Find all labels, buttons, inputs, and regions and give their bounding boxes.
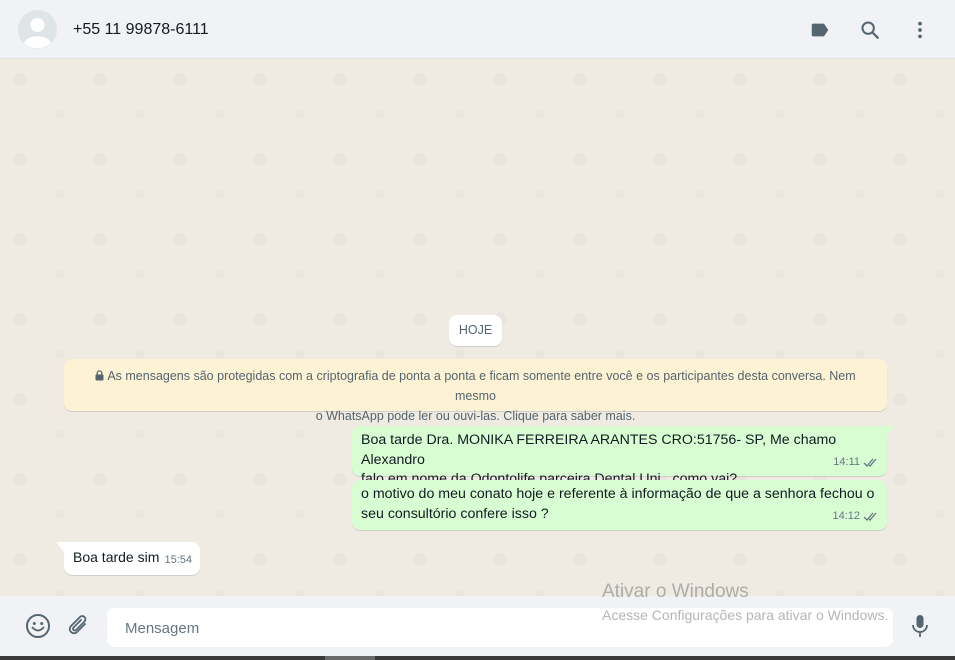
message-time: 14:12 xyxy=(832,509,860,522)
message-input-box[interactable] xyxy=(107,608,893,649)
message-text-line1: o motivo do meu conato hoje e referente … xyxy=(361,486,875,502)
message-text-line1: Boa tarde Dra. MONIKA FERREIRA ARANTES C… xyxy=(361,432,837,468)
encryption-notice-line2: o WhatsApp pode ler ou ouvi-las. Clique … xyxy=(315,409,636,423)
encryption-notice-line1: As mensagens são protegidas com a cripto… xyxy=(107,369,856,403)
label-icon[interactable] xyxy=(809,19,831,41)
double-check-icon xyxy=(863,512,877,521)
lock-icon xyxy=(95,370,104,381)
microphone-icon[interactable] xyxy=(907,613,933,639)
search-icon[interactable] xyxy=(859,19,881,41)
taskbar-edge xyxy=(0,656,955,660)
encryption-notice[interactable]: As mensagens são protegidas com a cripto… xyxy=(64,359,887,423)
avatar[interactable] xyxy=(18,10,57,49)
message-text-line2: seu consultório confere isso ? xyxy=(361,505,549,522)
date-divider: HOJE xyxy=(449,315,502,346)
message-bubble-incoming[interactable]: Boa tarde sim 15:54 xyxy=(56,542,200,575)
message-bubble-outgoing[interactable]: o motivo do meu conato hoje e referente … xyxy=(352,480,887,530)
taskbar-segment xyxy=(325,656,375,660)
more-vertical-icon[interactable] xyxy=(909,19,931,41)
message-input[interactable] xyxy=(123,608,881,649)
emoji-icon[interactable] xyxy=(25,613,51,639)
message-meta: 14:12 xyxy=(832,507,879,527)
message-meta: 15:54 xyxy=(164,551,192,571)
bubble-tail xyxy=(887,426,895,436)
message-bubble-outgoing[interactable]: Boa tarde Dra. MONIKA FERREIRA ARANTES C… xyxy=(352,426,895,487)
message-text: Boa tarde sim xyxy=(73,549,160,565)
contact-name[interactable]: +55 11 99878-6111 xyxy=(73,21,209,39)
attach-icon[interactable] xyxy=(66,613,92,639)
message-composer xyxy=(0,596,955,656)
message-meta: 14:11 xyxy=(833,453,879,473)
chat-header: +55 11 99878-6111 xyxy=(0,0,955,59)
bubble-tail xyxy=(56,542,64,552)
message-time: 15:54 xyxy=(164,553,192,566)
message-time: 14:11 xyxy=(833,455,860,468)
double-check-icon xyxy=(863,458,877,467)
